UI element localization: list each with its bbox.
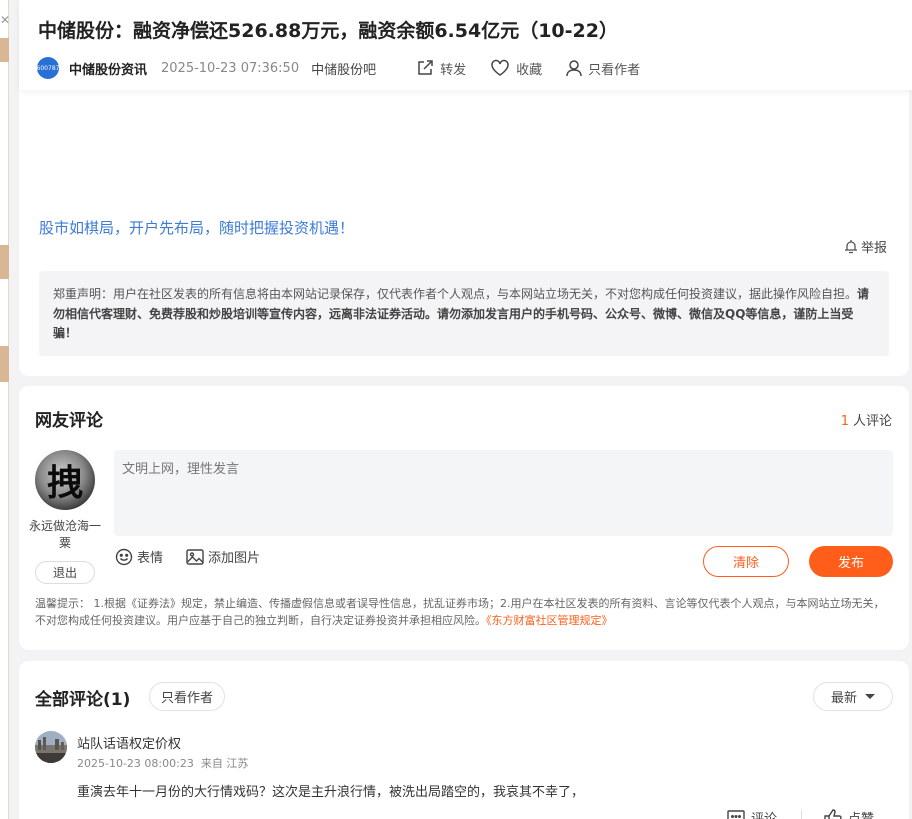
all-comments-card: 全部评论(1) 只看作者 最新 站队话语权定价权 2025-10-23 08:0…: [19, 661, 909, 819]
emoji-label: 表情: [137, 551, 164, 566]
add-image-label: 添加图片: [208, 551, 261, 566]
skyline-image: [35, 731, 67, 763]
comment-composer-card: 网友评论 1人评论 拽 永远做沧海一粟 退出 表情 添加图片 清除 发布 温馨提…: [19, 386, 909, 650]
disclaimer-text: 郑重声明：用户在社区发表的所有信息将由本网站记录保存，仅代表作者个人观点，与本网…: [53, 287, 858, 301]
clear-button[interactable]: 清除: [703, 546, 789, 577]
comment-input[interactable]: [114, 450, 893, 536]
forward-button[interactable]: 转发: [416, 59, 466, 78]
smile-icon: [115, 548, 133, 565]
user-name[interactable]: 永远做沧海一粟: [29, 518, 101, 552]
post-meta: 600787 中储股份资讯 2025-10-23 07:36:50 中储股份吧 …: [37, 57, 664, 79]
share-icon: [418, 60, 433, 75]
post-button[interactable]: 发布: [809, 546, 893, 577]
report-button[interactable]: 举报: [844, 237, 887, 256]
favorite-button[interactable]: 收藏: [490, 59, 542, 78]
comment-count-suffix: 人评论: [852, 414, 892, 429]
divider: [801, 810, 802, 819]
all-comments-title: 全部评论(1): [35, 690, 131, 710]
add-image-button[interactable]: 添加图片: [186, 547, 260, 566]
close-icon[interactable]: ✕: [0, 14, 10, 26]
comment-icon: [727, 809, 745, 819]
user-icon: [566, 60, 582, 77]
favorite-label: 收藏: [516, 62, 543, 78]
image-icon: [186, 548, 204, 565]
side-panel-edge: ✕: [0, 0, 10, 819]
comment-author[interactable]: 站队话语权定价权: [77, 733, 181, 752]
stock-logo[interactable]: 600787: [37, 57, 59, 79]
only-author-label: 只看作者: [588, 62, 641, 78]
emoji-button[interactable]: 表情: [115, 547, 163, 566]
thumbs-up-icon: [824, 809, 842, 819]
post-header: 中储股份：融资净偿还526.88万元，融资余额6.54亿元（10-22） 600…: [19, 0, 912, 90]
comment-meta: 2025-10-23 08:00:23 来自 江苏: [77, 755, 248, 771]
tips-text: 温馨提示： 1.根据《证券法》规定，禁止编造、传播虚假信息或者误导性信息，扰乱证…: [35, 597, 885, 627]
section-title: 网友评论: [35, 411, 103, 431]
posting-tips: 温馨提示： 1.根据《证券法》规定，禁止编造、传播虚假信息或者误导性信息，扰乱证…: [35, 595, 893, 629]
reply-button[interactable]: 评论: [727, 808, 777, 819]
side-tab-marker: [0, 346, 9, 382]
comment-text: 重演去年十一月份的大行情戏码？这次是主升浪行情，被洗出局踏空的，我哀其不幸了，: [77, 785, 585, 800]
heart-icon: [491, 59, 509, 76]
forum-link[interactable]: 中储股份吧: [311, 59, 376, 78]
article-card: 股市如棋局，开户先布局，随时把握投资机遇！ 举报 郑重声明：用户在社区发表的所有…: [19, 80, 909, 376]
side-tab-marker: [0, 245, 9, 279]
report-label: 举报: [860, 241, 887, 256]
bell-icon: [844, 240, 857, 254]
comment-count: 1 人评论: [841, 410, 892, 429]
author-name[interactable]: 中储股份资讯: [69, 59, 147, 78]
comment-count-number: 1: [840, 414, 849, 429]
disclaimer-box: 郑重声明：用户在社区发表的所有信息将由本网站记录保存，仅代表作者个人观点，与本网…: [39, 271, 889, 356]
chevron-down-icon: [865, 694, 875, 699]
comment-location: 来自 江苏: [200, 757, 249, 770]
sort-label: 最新: [830, 691, 857, 706]
like-button[interactable]: 点赞: [824, 808, 874, 819]
reply-label: 评论: [751, 808, 777, 819]
avatar[interactable]: 拽: [35, 450, 95, 510]
only-author-button[interactable]: 只看作者: [566, 59, 640, 78]
forward-label: 转发: [440, 62, 467, 78]
side-tab-marker: [0, 38, 9, 62]
logout-button[interactable]: 退出: [35, 561, 95, 584]
comment-time: 2025-10-23 08:00:23: [77, 757, 194, 770]
promo-link[interactable]: 股市如棋局，开户先布局，随时把握投资机遇！: [39, 217, 354, 238]
avatar[interactable]: [35, 731, 67, 763]
only-author-filter[interactable]: 只看作者: [149, 682, 226, 711]
sort-dropdown[interactable]: 最新: [813, 682, 893, 711]
post-title: 中储股份：融资净偿还526.88万元，融资余额6.54亿元（10-22）: [38, 20, 618, 42]
post-time: 2025-10-23 07:36:50: [161, 60, 300, 76]
community-rules-link[interactable]: 《东方财富社区管理规定》: [486, 614, 613, 627]
like-label: 点赞: [848, 808, 874, 819]
